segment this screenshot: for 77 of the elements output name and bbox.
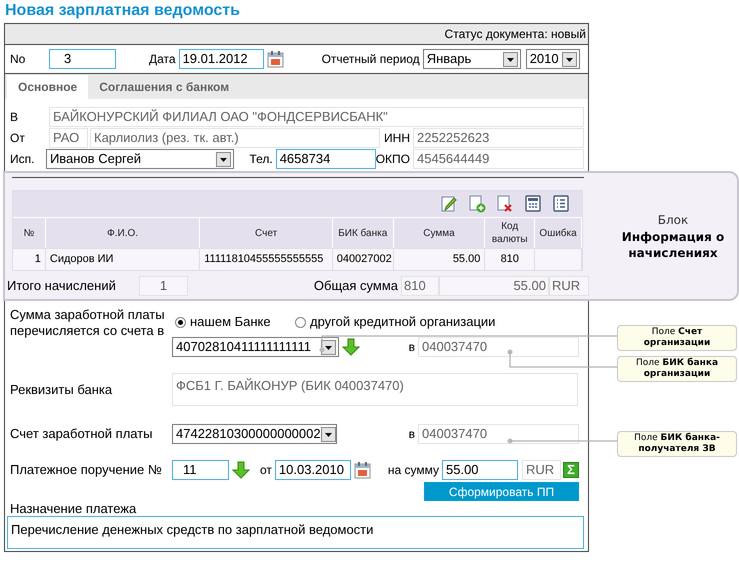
count-field: 1 — [139, 276, 188, 296]
order-date-field[interactable]: 10.03.2010 — [274, 460, 351, 480]
radio-option[interactable]: нашем Банке — [175, 312, 295, 332]
okpo-label: ОКПО — [376, 151, 410, 168]
source-label: Сумма заработной платы перечисляется со счета в — [10, 307, 166, 340]
block-title: Информация о начислениях — [620, 229, 726, 261]
count-label: Итого начислений — [7, 277, 117, 296]
calendar-icon[interactable] — [354, 461, 371, 479]
period-label: Отчетный период — [322, 51, 420, 68]
salary-account-label: Счет заработной платы — [10, 425, 154, 444]
caret-icon — [320, 426, 336, 442]
order-number-field[interactable]: 11 — [172, 460, 229, 480]
date-label: Дата — [149, 51, 176, 68]
date-label: от — [260, 462, 272, 479]
date-field[interactable]: 19.01.2012 — [178, 49, 264, 69]
page-title: Новая зарплатная ведомость — [4, 1, 241, 21]
bik-label: в — [408, 426, 415, 443]
callout-note: Поле Счет организации — [617, 325, 737, 351]
phone-label: Тел. — [249, 151, 273, 168]
delete-document-icon[interactable] — [496, 195, 514, 213]
total-label: Общая сумма — [314, 277, 398, 296]
amount-field[interactable]: 55.00 — [442, 460, 518, 480]
table-cell: 55.00 — [394, 249, 486, 270]
down-arrow-icon[interactable] — [342, 338, 360, 356]
purpose-field[interactable]: Перечисление денежных средств по зарплатной ведомости — [7, 516, 584, 549]
bik-label: в — [408, 339, 415, 356]
edit-icon[interactable] — [440, 195, 458, 213]
inn-label: ИНН — [384, 130, 410, 147]
bik-field: 040037470 — [418, 337, 579, 357]
calendar-icon[interactable] — [266, 50, 284, 68]
tab[interactable]: Основное — [7, 75, 88, 99]
table-cell: 810 — [485, 249, 536, 270]
add-document-icon[interactable] — [468, 195, 486, 213]
bank-details-field: ФСБ1 Г. БАЙКОНУР (БИК 040037470) — [172, 373, 578, 406]
amount-label: на сумму — [388, 462, 439, 479]
table-cell: 11111810455555555555 — [200, 249, 333, 270]
order-label: Платежное поручение № — [10, 461, 163, 480]
number-field[interactable]: 3 — [49, 49, 116, 69]
month-dropdown[interactable]: Январь — [422, 49, 521, 69]
calculator-icon[interactable] — [524, 195, 542, 213]
currency-field: RUR — [522, 460, 561, 480]
caret-icon — [321, 340, 336, 354]
executor-dropdown[interactable]: Иванов Сергей — [46, 149, 234, 169]
year-dropdown[interactable]: 2010 — [526, 49, 580, 69]
from-name-field: Карлиолиз (рез. тк. авт.) — [90, 128, 380, 148]
radio-option[interactable]: другой кредитной организации — [295, 312, 496, 332]
radio-button[interactable] — [295, 316, 306, 328]
executor-label: Исп. — [10, 151, 36, 168]
total-field: 55.00 — [439, 276, 549, 296]
currency-field: RUR — [549, 276, 589, 296]
table-cell: 1 — [13, 249, 46, 270]
number-label: No — [10, 51, 26, 68]
callout-note: Поле БИК банка-получателя ЗВ — [617, 431, 737, 457]
list-icon[interactable] — [552, 195, 570, 213]
currency-code-field: 810 — [401, 276, 439, 296]
to-label: В — [10, 109, 20, 126]
bank-details-label: Реквизиты банка — [10, 380, 114, 399]
purpose-label: Назначение платежа — [10, 502, 138, 516]
caret-icon — [562, 52, 577, 66]
account-dropdown[interactable]: 40702810411111111111 — [172, 337, 339, 357]
inn-field: 2252252623 — [413, 128, 584, 148]
salary-account-dropdown[interactable]: 47422810300000000002 — [172, 424, 337, 444]
down-arrow-icon[interactable] — [232, 461, 250, 479]
from-label: От — [10, 130, 26, 147]
document-status: Статус документа: новый — [444, 26, 586, 43]
caret-icon — [502, 52, 518, 66]
caret-icon — [216, 152, 232, 166]
table-cell: Сидоров ИИ — [46, 249, 200, 270]
recipient-field: БАЙКОНУРСКИЙ ФИЛИАЛ ОАО "ФОНДСЕРВИСБАНК" — [49, 107, 584, 127]
bik-field: 040037470 — [418, 424, 579, 444]
okpo-field: 4545644449 — [413, 149, 584, 169]
from-code-field: РАО — [49, 128, 88, 148]
phone-field[interactable]: 4658734 — [276, 149, 376, 169]
radio-button[interactable] — [175, 316, 186, 328]
callout-note: Поле БИК банка организации — [617, 356, 737, 382]
block-caption: Блок — [658, 212, 688, 229]
table-cell: 040027002 — [332, 249, 394, 270]
